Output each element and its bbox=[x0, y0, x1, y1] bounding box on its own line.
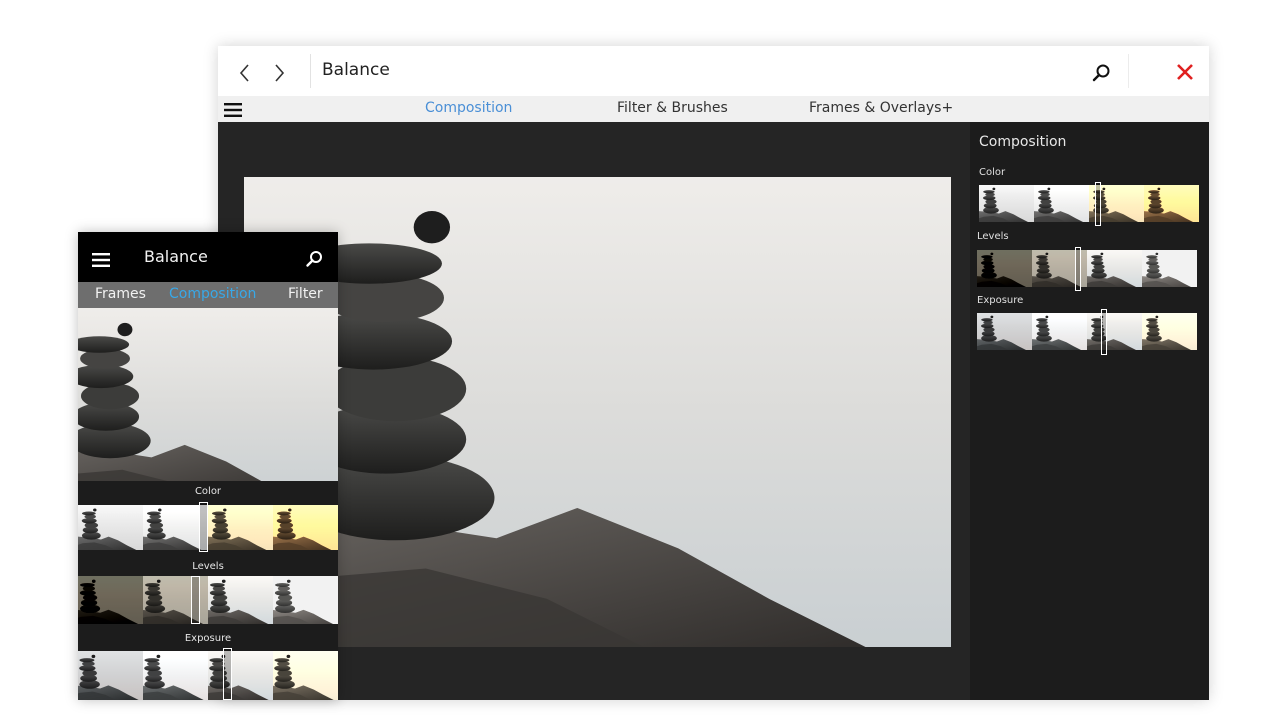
phone-levels-thumb[interactable] bbox=[208, 576, 273, 624]
back-icon bbox=[239, 64, 249, 82]
right-divider bbox=[1128, 54, 1129, 88]
color-strip[interactable] bbox=[979, 185, 1201, 222]
phone-exposure-thumb[interactable] bbox=[273, 651, 338, 700]
tab-bar: Composition Filter & Brushes Frames & Ov… bbox=[218, 96, 1209, 122]
color-thumb[interactable] bbox=[1144, 185, 1199, 222]
phone-color-strip[interactable] bbox=[78, 505, 338, 550]
close-button[interactable] bbox=[1173, 60, 1197, 84]
forward-button[interactable] bbox=[266, 60, 292, 86]
levels-thumb[interactable] bbox=[1142, 250, 1197, 287]
section-label-levels: Levels bbox=[977, 231, 1009, 242]
phone-exposure-strip[interactable] bbox=[78, 651, 338, 700]
phone-color-thumb[interactable] bbox=[273, 505, 338, 550]
color-thumb[interactable] bbox=[979, 185, 1034, 222]
title-divider bbox=[310, 54, 311, 88]
desktop-app-window: Balance Composition Filter & Brushes Fra… bbox=[218, 46, 1209, 700]
phone-section-label-levels: Levels bbox=[192, 561, 224, 572]
section-label-color: Color bbox=[979, 167, 1006, 178]
phone-color-thumb[interactable] bbox=[78, 505, 143, 550]
phone-levels-thumb[interactable] bbox=[78, 576, 143, 624]
phone-header: Balance bbox=[78, 232, 338, 282]
search-icon bbox=[1092, 64, 1110, 82]
color-slider-handle[interactable] bbox=[1095, 182, 1101, 226]
side-panel: Composition Color Levels Exposure bbox=[970, 122, 1209, 700]
forward-icon bbox=[275, 64, 285, 82]
phone-search-button[interactable] bbox=[304, 249, 324, 269]
menu-button[interactable] bbox=[224, 102, 242, 117]
phone-exposure-thumb[interactable] bbox=[78, 651, 143, 700]
phone-tab-filter[interactable]: Filter bbox=[288, 286, 323, 302]
phone-tab-bar: Frames Composition Filter bbox=[78, 282, 338, 308]
close-icon bbox=[1177, 64, 1193, 80]
back-button[interactable] bbox=[232, 60, 258, 86]
tab-composition[interactable]: Composition bbox=[425, 100, 512, 116]
exposure-thumb[interactable] bbox=[1087, 313, 1142, 350]
search-button[interactable] bbox=[1088, 60, 1114, 86]
phone-tab-composition[interactable]: Composition bbox=[169, 286, 256, 302]
phone-exposure-slider-handle[interactable] bbox=[223, 648, 232, 700]
phone-photo[interactable] bbox=[78, 308, 338, 481]
phone-color-thumb[interactable] bbox=[208, 505, 273, 550]
search-icon bbox=[306, 251, 322, 267]
exposure-thumb[interactable] bbox=[1142, 313, 1197, 350]
document-title: Balance bbox=[322, 60, 390, 80]
phone-title: Balance bbox=[144, 247, 208, 266]
phone-tab-frames[interactable]: Frames bbox=[95, 286, 146, 302]
phone-exposure-thumb[interactable] bbox=[208, 651, 273, 700]
main-photo[interactable] bbox=[244, 177, 951, 647]
tab-frames-overlays[interactable]: Frames & Overlays+ bbox=[809, 100, 953, 116]
exposure-slider-handle[interactable] bbox=[1101, 309, 1107, 355]
color-thumb[interactable] bbox=[1034, 185, 1089, 222]
levels-strip[interactable] bbox=[977, 250, 1201, 287]
phone-app-window: Balance Frames Composition Filter Color … bbox=[78, 232, 338, 700]
section-label-exposure: Exposure bbox=[977, 295, 1024, 306]
phone-levels-thumb[interactable] bbox=[273, 576, 338, 624]
tab-filter-brushes[interactable]: Filter & Brushes bbox=[617, 100, 728, 116]
phone-section-label-exposure: Exposure bbox=[184, 633, 232, 644]
exposure-thumb[interactable] bbox=[977, 313, 1032, 350]
hamburger-icon bbox=[224, 103, 242, 117]
exposure-strip[interactable] bbox=[977, 313, 1201, 350]
exposure-thumb[interactable] bbox=[1032, 313, 1087, 350]
phone-levels-strip[interactable] bbox=[78, 576, 338, 624]
phone-levels-slider-handle[interactable] bbox=[191, 576, 200, 624]
phone-color-slider-handle[interactable] bbox=[199, 502, 208, 552]
phone-menu-button[interactable] bbox=[92, 252, 110, 267]
panel-title: Composition bbox=[979, 134, 1067, 150]
levels-thumb[interactable] bbox=[977, 250, 1032, 287]
levels-slider-handle[interactable] bbox=[1075, 247, 1081, 291]
levels-thumb[interactable] bbox=[1087, 250, 1142, 287]
phone-section-label-color: Color bbox=[194, 486, 222, 497]
phone-exposure-thumb[interactable] bbox=[143, 651, 208, 700]
hamburger-icon bbox=[92, 253, 110, 267]
title-bar: Balance bbox=[218, 46, 1209, 96]
